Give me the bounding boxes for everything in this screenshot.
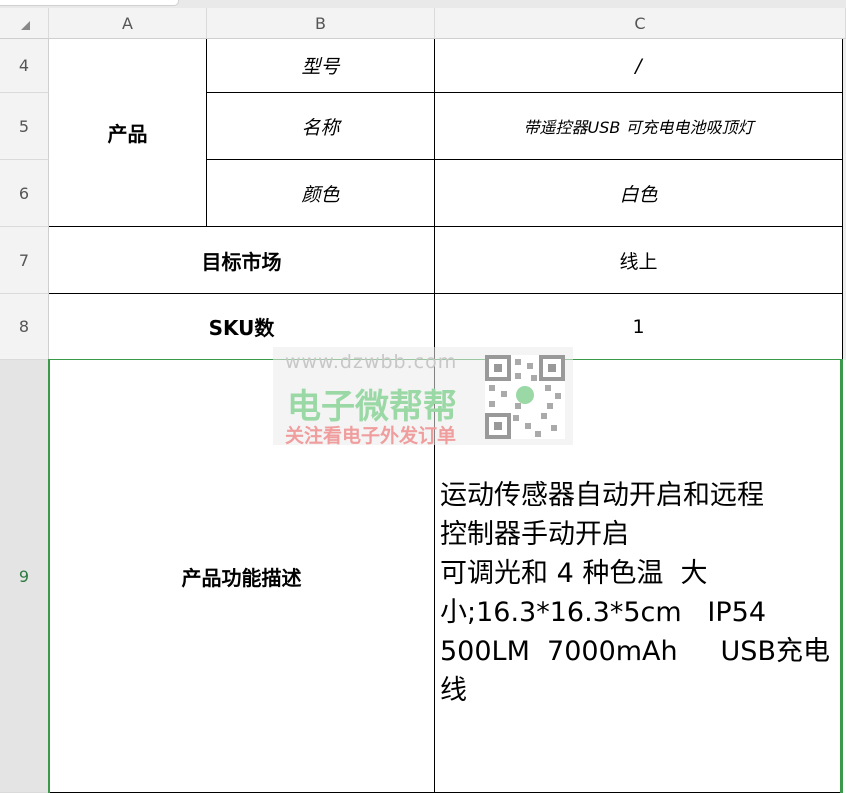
row-header-8[interactable]: 8	[0, 294, 49, 360]
cell-desc-value: 运动传感器自动开启和远程 控制器手动开启 可调光和 4 种色温 大 小;16.3…	[440, 480, 830, 706]
cell-product[interactable]: 产品	[49, 39, 207, 227]
cell-market-value[interactable]: 线上	[435, 227, 843, 294]
select-all-corner[interactable]	[0, 8, 49, 39]
row-header-6[interactable]: 6	[0, 160, 49, 227]
watermark-url: www.dzwbb.com	[285, 351, 458, 373]
watermark: www.dzwbb.com 电子微帮帮 关注看电子外发订单	[273, 347, 573, 447]
column-header-c[interactable]: C	[435, 8, 846, 39]
cell-name-value[interactable]: 带遥控器USB 可充电电池吸顶灯	[435, 93, 843, 160]
cell-name-label[interactable]: 名称	[207, 93, 435, 160]
select-all-icon	[21, 21, 30, 30]
cell-color-value[interactable]: 白色	[435, 160, 843, 227]
row-header-5[interactable]: 5	[0, 93, 49, 160]
column-header-b[interactable]: B	[207, 8, 435, 39]
tab-strip	[0, 0, 846, 8]
cell-market-label[interactable]: 目标市场	[49, 227, 435, 294]
column-header-a[interactable]: A	[49, 8, 207, 39]
row-header-7[interactable]: 7	[0, 227, 49, 294]
cell-color-label[interactable]: 颜色	[207, 160, 435, 227]
watermark-subtitle: 关注看电子外发订单	[285, 425, 457, 447]
row-header-4[interactable]: 4	[0, 39, 49, 93]
cell-model-value[interactable]: /	[435, 39, 843, 93]
qr-code-icon	[485, 355, 565, 439]
cell-model-label[interactable]: 型号	[207, 39, 435, 93]
sheet-tab-edge[interactable]	[0, 0, 179, 6]
row-header-9[interactable]: 9	[0, 360, 49, 793]
